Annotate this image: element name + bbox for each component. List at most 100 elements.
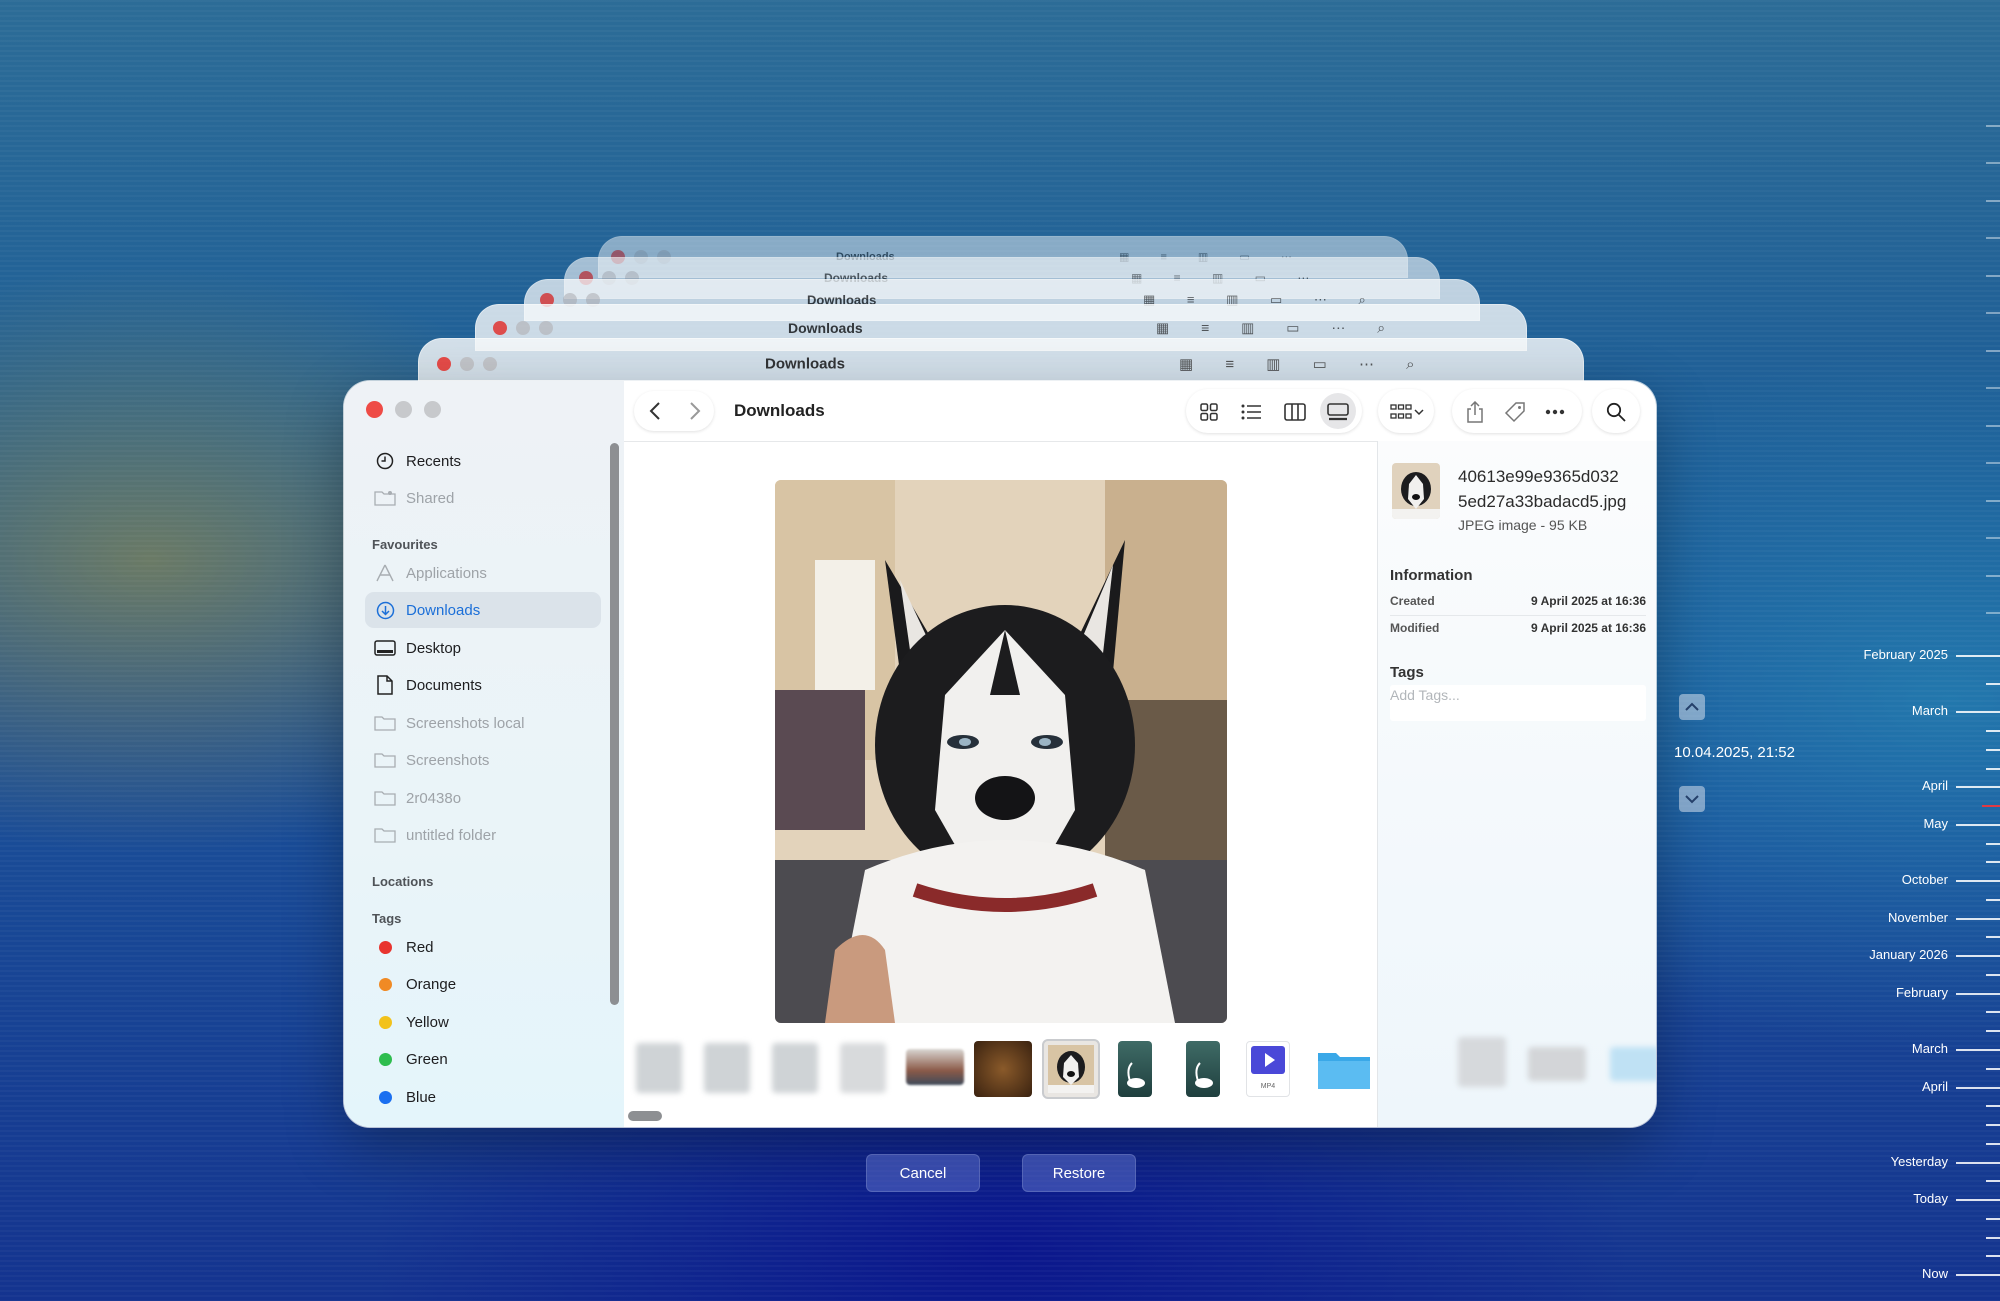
image-preview[interactable] — [775, 480, 1227, 1023]
timeline-tick — [1956, 1199, 2000, 1201]
tags-input[interactable]: Add Tags... — [1390, 685, 1646, 721]
timeline-label[interactable]: Yesterday — [1891, 1154, 1948, 1169]
timeline-label[interactable]: Today — [1913, 1191, 1948, 1206]
sidebar-item-2r0438o[interactable]: 2r0438o — [365, 780, 601, 816]
back-window-title: Downloads — [765, 355, 846, 373]
modified-value: 9 April 2025 at 16:36 — [1531, 621, 1646, 635]
current-snapshot-date: 10.04.2025, 21:52 — [1674, 744, 1795, 761]
tag-button[interactable] — [1504, 401, 1526, 423]
search-button[interactable] — [1592, 389, 1640, 433]
blurred-thumbnail — [1610, 1047, 1656, 1081]
tags-placeholder: Add Tags... — [1390, 687, 1460, 703]
sidebar-item-desktop[interactable]: Desktop — [365, 630, 601, 666]
sidebar-item-applications[interactable]: Applications — [365, 555, 601, 591]
timeline-tick-minor — [1986, 1105, 2000, 1107]
forward-button[interactable] — [684, 400, 706, 422]
applications-icon — [374, 562, 396, 584]
swan-icon — [1127, 1062, 1145, 1088]
timeline-tick — [1956, 1274, 2000, 1276]
timeline-label[interactable]: February 2025 — [1863, 647, 1948, 662]
shared-folder-icon — [374, 487, 396, 509]
sidebar-item-label: Screenshots — [406, 751, 490, 769]
list-view-button[interactable] — [1240, 401, 1262, 423]
toolbar-divider — [624, 441, 1377, 442]
favourites-heading: Favourites — [372, 537, 438, 552]
timeline-label[interactable]: Now — [1922, 1266, 1948, 1281]
file-type-size: JPEG image - 95 KB — [1458, 517, 1588, 533]
sidebar-tag-blue[interactable]: Blue — [365, 1079, 601, 1115]
timeline-label[interactable]: January 2026 — [1869, 947, 1948, 962]
horizontal-scrollbar[interactable] — [628, 1111, 662, 1121]
icon-view-button[interactable] — [1198, 401, 1220, 423]
timeline-tick-minor — [1986, 1218, 2000, 1220]
sidebar-item-recents[interactable]: Recents — [365, 443, 601, 479]
back-button[interactable] — [644, 400, 666, 422]
modified-label: Modified — [1390, 621, 1440, 635]
created-label: Created — [1390, 594, 1435, 608]
tag-label: Blue — [406, 1088, 437, 1106]
thumbnail-folder[interactable] — [1316, 1049, 1372, 1091]
tag-label: Green — [406, 1050, 448, 1068]
minimize-button[interactable] — [395, 401, 412, 418]
tags-heading[interactable]: Tags — [372, 911, 401, 926]
sidebar-item-downloads[interactable]: Downloads — [365, 592, 601, 628]
group-button[interactable] — [1378, 389, 1434, 433]
share-button[interactable] — [1464, 401, 1486, 423]
timeline-tick — [1956, 824, 2000, 826]
close-button[interactable] — [366, 401, 383, 418]
restore-button[interactable]: Restore — [1022, 1154, 1136, 1192]
sidebar-tag-green[interactable]: Green — [365, 1041, 601, 1077]
older-snapshot-button[interactable] — [1679, 694, 1705, 720]
timeline-label[interactable]: April — [1922, 1079, 1948, 1094]
timeline-tick-minor — [1986, 861, 2000, 863]
thumbnail-mp4[interactable]: MP4 — [1246, 1041, 1290, 1097]
sidebar-item-untitled-folder[interactable]: untitled folder — [365, 817, 601, 853]
newer-snapshot-button[interactable] — [1679, 786, 1705, 812]
sidebar-tag-yellow[interactable]: Yellow — [365, 1004, 601, 1040]
column-view-button[interactable] — [1284, 401, 1306, 423]
clock-icon — [374, 450, 396, 472]
thumbnail[interactable] — [636, 1043, 682, 1093]
locations-heading[interactable]: Locations — [372, 874, 433, 889]
gallery-view-button[interactable] — [1327, 401, 1349, 423]
sidebar-item-screenshots-local[interactable]: Screenshots local — [365, 705, 601, 741]
timeline-tick-minor — [1986, 162, 2000, 164]
sidebar-tag-red[interactable]: Red — [365, 929, 601, 965]
tags-heading: Tags — [1390, 664, 1424, 681]
thumbnail[interactable] — [772, 1043, 818, 1093]
thumbnail[interactable] — [1186, 1041, 1220, 1097]
chevron-up-icon — [1685, 702, 1699, 711]
timeline-label[interactable]: October — [1902, 872, 1948, 887]
timeline-tick-minor — [1986, 350, 2000, 352]
thumbnail[interactable] — [906, 1049, 964, 1085]
thumbnail[interactable] — [1118, 1041, 1152, 1097]
folder-icon — [374, 787, 396, 809]
timeline-label[interactable]: March — [1912, 703, 1948, 718]
timeline-tick-minor — [1986, 612, 2000, 614]
timeline-label[interactable]: November — [1888, 910, 1948, 925]
thumbnail[interactable] — [840, 1043, 886, 1093]
sidebar-tag-orange[interactable]: Orange — [365, 966, 601, 1002]
swan-icon — [1195, 1062, 1213, 1088]
sidebar-item-shared[interactable]: Shared — [365, 480, 601, 516]
timeline-label[interactable]: April — [1922, 778, 1948, 793]
cancel-button[interactable]: Cancel — [866, 1154, 980, 1192]
timeline-tick-minor — [1986, 730, 2000, 732]
tag-label: Yellow — [406, 1013, 449, 1031]
husky-thumbnail-image — [1392, 472, 1440, 519]
red-tag-dot — [378, 940, 392, 954]
timeline-label[interactable]: May — [1923, 816, 1948, 831]
timeline-label[interactable]: March — [1912, 1041, 1948, 1056]
timeline-label[interactable]: February — [1896, 985, 1948, 1000]
sidebar-item-screenshots[interactable]: Screenshots — [365, 742, 601, 778]
thumbnail-selected[interactable] — [1042, 1039, 1100, 1099]
more-icon[interactable] — [1544, 401, 1566, 423]
sidebar-scrollbar[interactable] — [610, 443, 619, 1005]
zoom-button[interactable] — [424, 401, 441, 418]
video-file-icon — [1251, 1046, 1285, 1074]
sidebar-item-documents[interactable]: Documents — [365, 667, 601, 703]
thumbnail[interactable] — [704, 1043, 750, 1093]
sidebar-item-label: Recents — [406, 452, 462, 470]
blue-tag-dot — [378, 1090, 392, 1104]
thumbnail[interactable] — [974, 1041, 1032, 1097]
